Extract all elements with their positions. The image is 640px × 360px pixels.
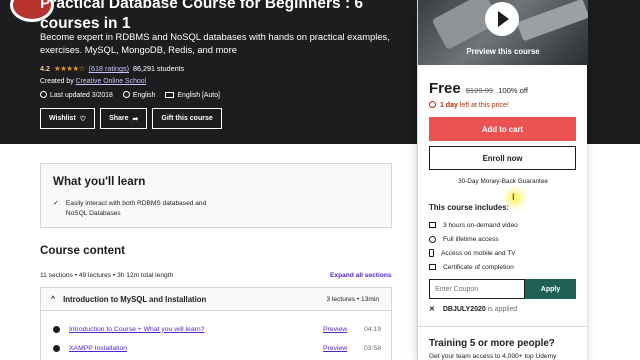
play-circle-icon [53,325,60,333]
coupon-applied: ✕ DBJULY2020 is applied [429,305,517,313]
includes-list: 3 hours on-demand video Full lifetime ac… [429,218,518,274]
last-updated: Last updated 3/2018 [40,91,113,99]
mobile-icon [429,249,434,257]
expand-all-sections-link[interactable]: Expand all sections [330,272,392,279]
lecture-title-link[interactable]: XAMPP Installation [69,345,127,352]
check-icon: ✓ [53,200,59,207]
section-header[interactable]: ^ Introduction to MySQL and Installation… [40,287,392,311]
globe-icon [122,91,130,98]
coupon-applied-text: is applied [487,306,518,313]
rating-row: 4.2 ★★★★☆ (618 ratings) 86,291 students [40,64,184,73]
captions-icon [165,91,175,98]
created-by: Created by Creative Online School [40,78,146,85]
chevron-up-icon: ^ [51,295,56,303]
include-text: Full lifetime access [443,235,499,243]
lecture-row: XAMPP Installation Preview 03:58 [53,342,381,354]
course-stats: 11 sections • 49 lectures • 3h 12m total… [40,272,174,279]
rating-value: 4.2 [40,64,50,73]
include-item: Certificate of completion [429,260,518,274]
alarm-clock-icon [429,101,436,108]
course-title: Practical Database Course for Beginners … [40,0,364,32]
lecture-title-link[interactable]: Introduction to Course + What you will l… [69,326,204,333]
share-label: Share [109,115,129,122]
learn-heading: What you'll learn [53,175,146,188]
section-title: Introduction to MySQL and Installation [63,294,207,304]
play-icon[interactable] [485,2,519,36]
captions-text: English [Auto] [177,91,220,99]
training-heading: Training 5 or more people? [429,338,555,349]
share-button[interactable]: Share ➦ [100,108,148,129]
include-item: Full lifetime access [429,232,518,246]
ratings-count-link[interactable]: (618 ratings) [89,64,129,73]
apply-coupon-button[interactable]: Apply [525,279,576,299]
instructor-link[interactable]: Creative Online School [76,78,146,85]
play-circle-icon [53,344,60,352]
preview-label: Preview this course [466,47,540,56]
purchase-card: Preview this course Free $129.99 100% of… [417,0,588,360]
learn-item-text: Easily interact with both RDBMS database… [65,200,207,217]
section-meta: 3 lectures • 13min [326,295,379,303]
preview-link[interactable]: Preview [323,345,347,352]
discount-percent: 100% off [498,86,528,95]
course-preview-video[interactable]: Preview this course [418,0,588,65]
coupon-code: DBJULY2020 [442,306,486,313]
card-divider [418,326,588,327]
last-updated-text: Last updated 3/2018 [50,92,113,99]
includes-heading: This course includes: [429,203,510,212]
preview-image-shape [516,0,588,42]
video-icon [429,222,436,228]
learn-item: ✓ Easily interact with both RDBMS databa… [53,199,216,219]
include-item: Access on mobile and TV [429,246,518,260]
price-row: Free $129.99 100% off [429,80,528,97]
lecture-row: Introduction to Course + What you will l… [53,323,381,335]
lecture-duration: 03:58 [363,344,381,352]
hero-buttons: Wishlist ♡ Share ➦ Gift this course [40,108,222,129]
include-item: 3 hours on-demand video [429,218,518,232]
money-back-guarantee: 30-Day Money-Back Guarantee [458,178,548,185]
lecture-duration: 04:19 [363,325,381,333]
created-by-label: Created by [40,78,74,85]
star-rating-icon: ★★★★☆ [54,64,85,73]
captions: English [Auto] [165,91,220,99]
language-text: English [132,92,156,99]
language: English [122,91,156,99]
course-content-heading: Course content [40,244,126,257]
certificate-icon [429,264,436,270]
course-meta: Last updated 3/2018 English English [Aut… [40,91,220,99]
add-to-cart-button[interactable]: Add to cart [429,117,576,141]
wishlist-label: Wishlist [49,115,76,122]
include-text: Certificate of completion [443,263,514,271]
timer-bold: 1 day [439,102,458,109]
course-subtitle: Become expert in RDBMS and NoSQL databas… [40,31,390,55]
mouse-cursor-highlight [510,192,520,203]
discount-timer: 1 day left at this price! [429,101,509,109]
share-arrow-icon: ➦ [132,115,139,123]
coupon-row: Apply [429,279,576,299]
infinity-icon [429,235,436,243]
students-count: 86,291 students [133,64,185,73]
original-price: $129.99 [465,86,494,95]
gift-course-button[interactable]: Gift this course [152,108,222,129]
preview-link[interactable]: Preview [323,326,347,333]
training-subtext: Get your team access to 4,000+ top Udemy [429,353,557,360]
alert-icon [40,91,47,98]
include-text: Access on mobile and TV [441,249,516,257]
current-price: Free [429,80,461,97]
coupon-input[interactable] [429,279,525,299]
heart-icon: ♡ [79,115,87,123]
include-text: 3 hours on-demand video [443,221,518,229]
what-youll-learn-box: What you'll learn ✓ Easily interact with… [40,163,392,228]
wishlist-button[interactable]: Wishlist ♡ [40,108,96,129]
timer-text: left at this price! [459,102,509,109]
enroll-now-button[interactable]: Enroll now [429,146,576,170]
remove-coupon-icon[interactable]: ✕ [429,306,435,313]
lecture-list: Introduction to Course + What you will l… [40,311,392,360]
